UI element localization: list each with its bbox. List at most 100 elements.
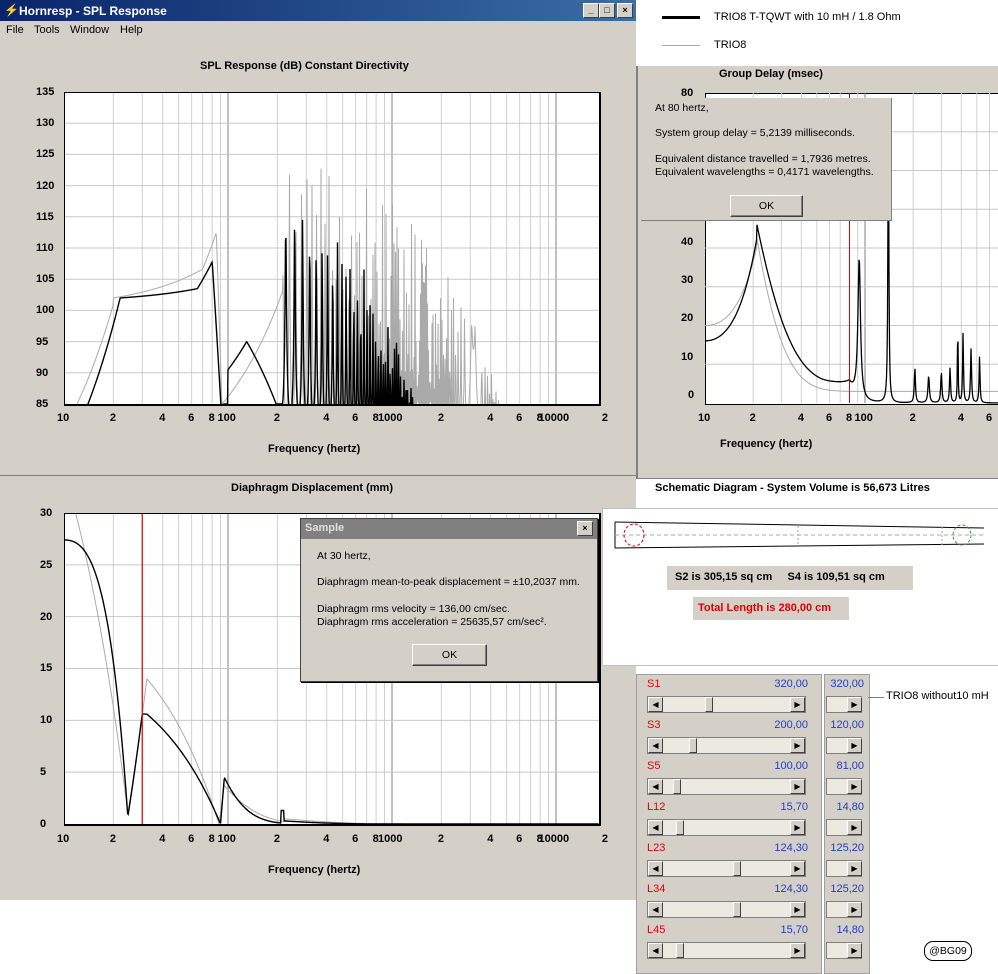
slider-right-arrow-icon[interactable]: ▶ [847,738,862,753]
param-name: L12 [647,801,666,813]
x-tick-label: 10 [698,412,711,424]
slider-right-arrow-icon[interactable]: ▶ [847,902,862,917]
disp-x-axis-label: Frequency (hertz) [268,864,361,876]
slider-thumb[interactable] [676,943,684,958]
x-tick-label: 100 [854,412,873,424]
slider-left-arrow-icon[interactable]: ◀ [648,697,663,712]
slider-thumb[interactable] [689,738,697,753]
y-tick-label: 30 [40,507,53,519]
x-tick-label: 6 [826,412,833,424]
param-alt-slider[interactable]: ▶ [826,696,862,713]
x-tick-label: 4 [323,833,330,845]
y-tick-label: 100 [36,304,55,317]
param-value: 15,70 [780,801,808,813]
slider-right-arrow-icon[interactable]: ▶ [847,697,862,712]
param-slider[interactable]: ◀ ▶ [647,942,806,959]
x-tick-label: 8 [208,412,215,424]
y-tick-label: 130 [36,117,55,130]
param-alt-slider[interactable]: ▶ [826,901,862,918]
y-tick-label: 25 [40,558,53,571]
slider-left-arrow-icon[interactable]: ◀ [648,738,663,753]
schematic-outline [614,521,985,529]
param-alt-value: 120,00 [830,719,864,731]
alt-label-connector [868,697,884,698]
y-tick-label: 0 [688,389,695,401]
param-value: 124,30 [774,842,808,854]
param-slider[interactable]: ◀ ▶ [647,901,806,918]
menu-file[interactable]: File [6,24,24,36]
param-alt-value: 125,20 [830,883,864,895]
slider-right-arrow-icon[interactable]: ▶ [790,697,805,712]
x-tick-label: 6 [516,833,523,845]
x-tick-label: 4 [957,412,964,424]
slider-right-arrow-icon[interactable]: ▶ [790,943,805,958]
gd-x-axis-label: Frequency (hertz) [720,438,813,450]
slider-right-arrow-icon[interactable]: ▶ [847,943,862,958]
menu-tools[interactable]: Tools [34,24,60,36]
param-alt-value: 320,00 [830,678,864,690]
x-tick-label: 1000 [378,833,403,845]
x-tick-label: 2 [109,412,116,424]
x-tick-label: 6 [188,412,195,424]
y-tick-label: 5 [40,766,47,778]
slider-right-arrow-icon[interactable]: ▶ [847,779,862,794]
x-tick-label: 6 [352,412,359,424]
y-tick-label: 120 [36,179,55,192]
x-tick-label: 6 [188,833,195,845]
param-alt-slider[interactable]: ▶ [826,819,862,836]
param-slider[interactable]: ◀ ▶ [647,696,806,713]
param-slider[interactable]: ◀ ▶ [647,819,806,836]
param-alt-slider[interactable]: ▶ [826,942,862,959]
close-button[interactable]: × [617,3,633,18]
legend-label-series2: TRIO8 [714,39,747,51]
y-tick-label: 20 [681,312,694,324]
x-tick-label: 4 [487,412,494,424]
slider-right-arrow-icon[interactable]: ▶ [790,738,805,753]
slider-right-arrow-icon[interactable]: ▶ [790,779,805,794]
y-tick-label: 15 [40,662,53,675]
param-slider[interactable]: ◀ ▶ [647,737,806,754]
param-alt-slider[interactable]: ▶ [826,860,862,877]
x-tick-label: 2 [437,833,444,845]
menu-bar: File Tools Window Help [0,21,636,39]
slider-right-arrow-icon[interactable]: ▶ [790,902,805,917]
sample-dialog: Sample × At 30 hertz, Diaphragm mean-to-… [300,518,598,682]
slider-thumb[interactable] [676,820,684,835]
slider-left-arrow-icon[interactable]: ◀ [648,861,663,876]
slider-thumb[interactable] [733,861,741,876]
sample-dialog-close-button[interactable]: × [577,521,593,536]
param-alt-slider[interactable]: ▶ [826,737,862,754]
x-tick-label: 2 [601,833,608,845]
slider-thumb[interactable] [705,697,713,712]
maximize-button[interactable]: □ [599,3,615,18]
param-value: 100,00 [774,760,808,772]
minimize-button[interactable]: _ [583,3,599,18]
slider-right-arrow-icon[interactable]: ▶ [790,820,805,835]
slider-thumb[interactable] [733,902,741,917]
param-slider[interactable]: ◀ ▶ [647,778,806,795]
areas-label: S2 is 305,15 sq cm S4 is 109,51 sq cm [675,571,885,583]
param-slider[interactable]: ◀ ▶ [647,860,806,877]
x-tick-label: 4 [487,833,494,845]
author-badge: @BG09 [924,941,972,961]
slider-left-arrow-icon[interactable]: ◀ [648,820,663,835]
slider-thumb[interactable] [673,779,681,794]
y-tick-label: 0 [40,817,47,830]
legend-line-series2 [662,45,700,46]
y-tick-label: 90 [36,366,49,379]
slider-right-arrow-icon[interactable]: ▶ [847,861,862,876]
slider-left-arrow-icon[interactable]: ◀ [648,779,663,794]
slider-right-arrow-icon[interactable]: ▶ [790,861,805,876]
sample-ok-button[interactable]: OK [412,644,487,666]
x-tick-label: 6 [516,412,523,424]
menu-window[interactable]: Window [70,24,109,36]
gd-ok-button[interactable]: OK [730,195,803,217]
x-tick-label: 100 [217,412,236,424]
slider-left-arrow-icon[interactable]: ◀ [648,902,663,917]
param-alt-slider[interactable]: ▶ [826,778,862,795]
param-value: 124,30 [774,883,808,895]
menu-help[interactable]: Help [120,24,143,36]
slider-left-arrow-icon[interactable]: ◀ [648,943,663,958]
spl-plot-svg [64,92,600,405]
slider-right-arrow-icon[interactable]: ▶ [847,820,862,835]
